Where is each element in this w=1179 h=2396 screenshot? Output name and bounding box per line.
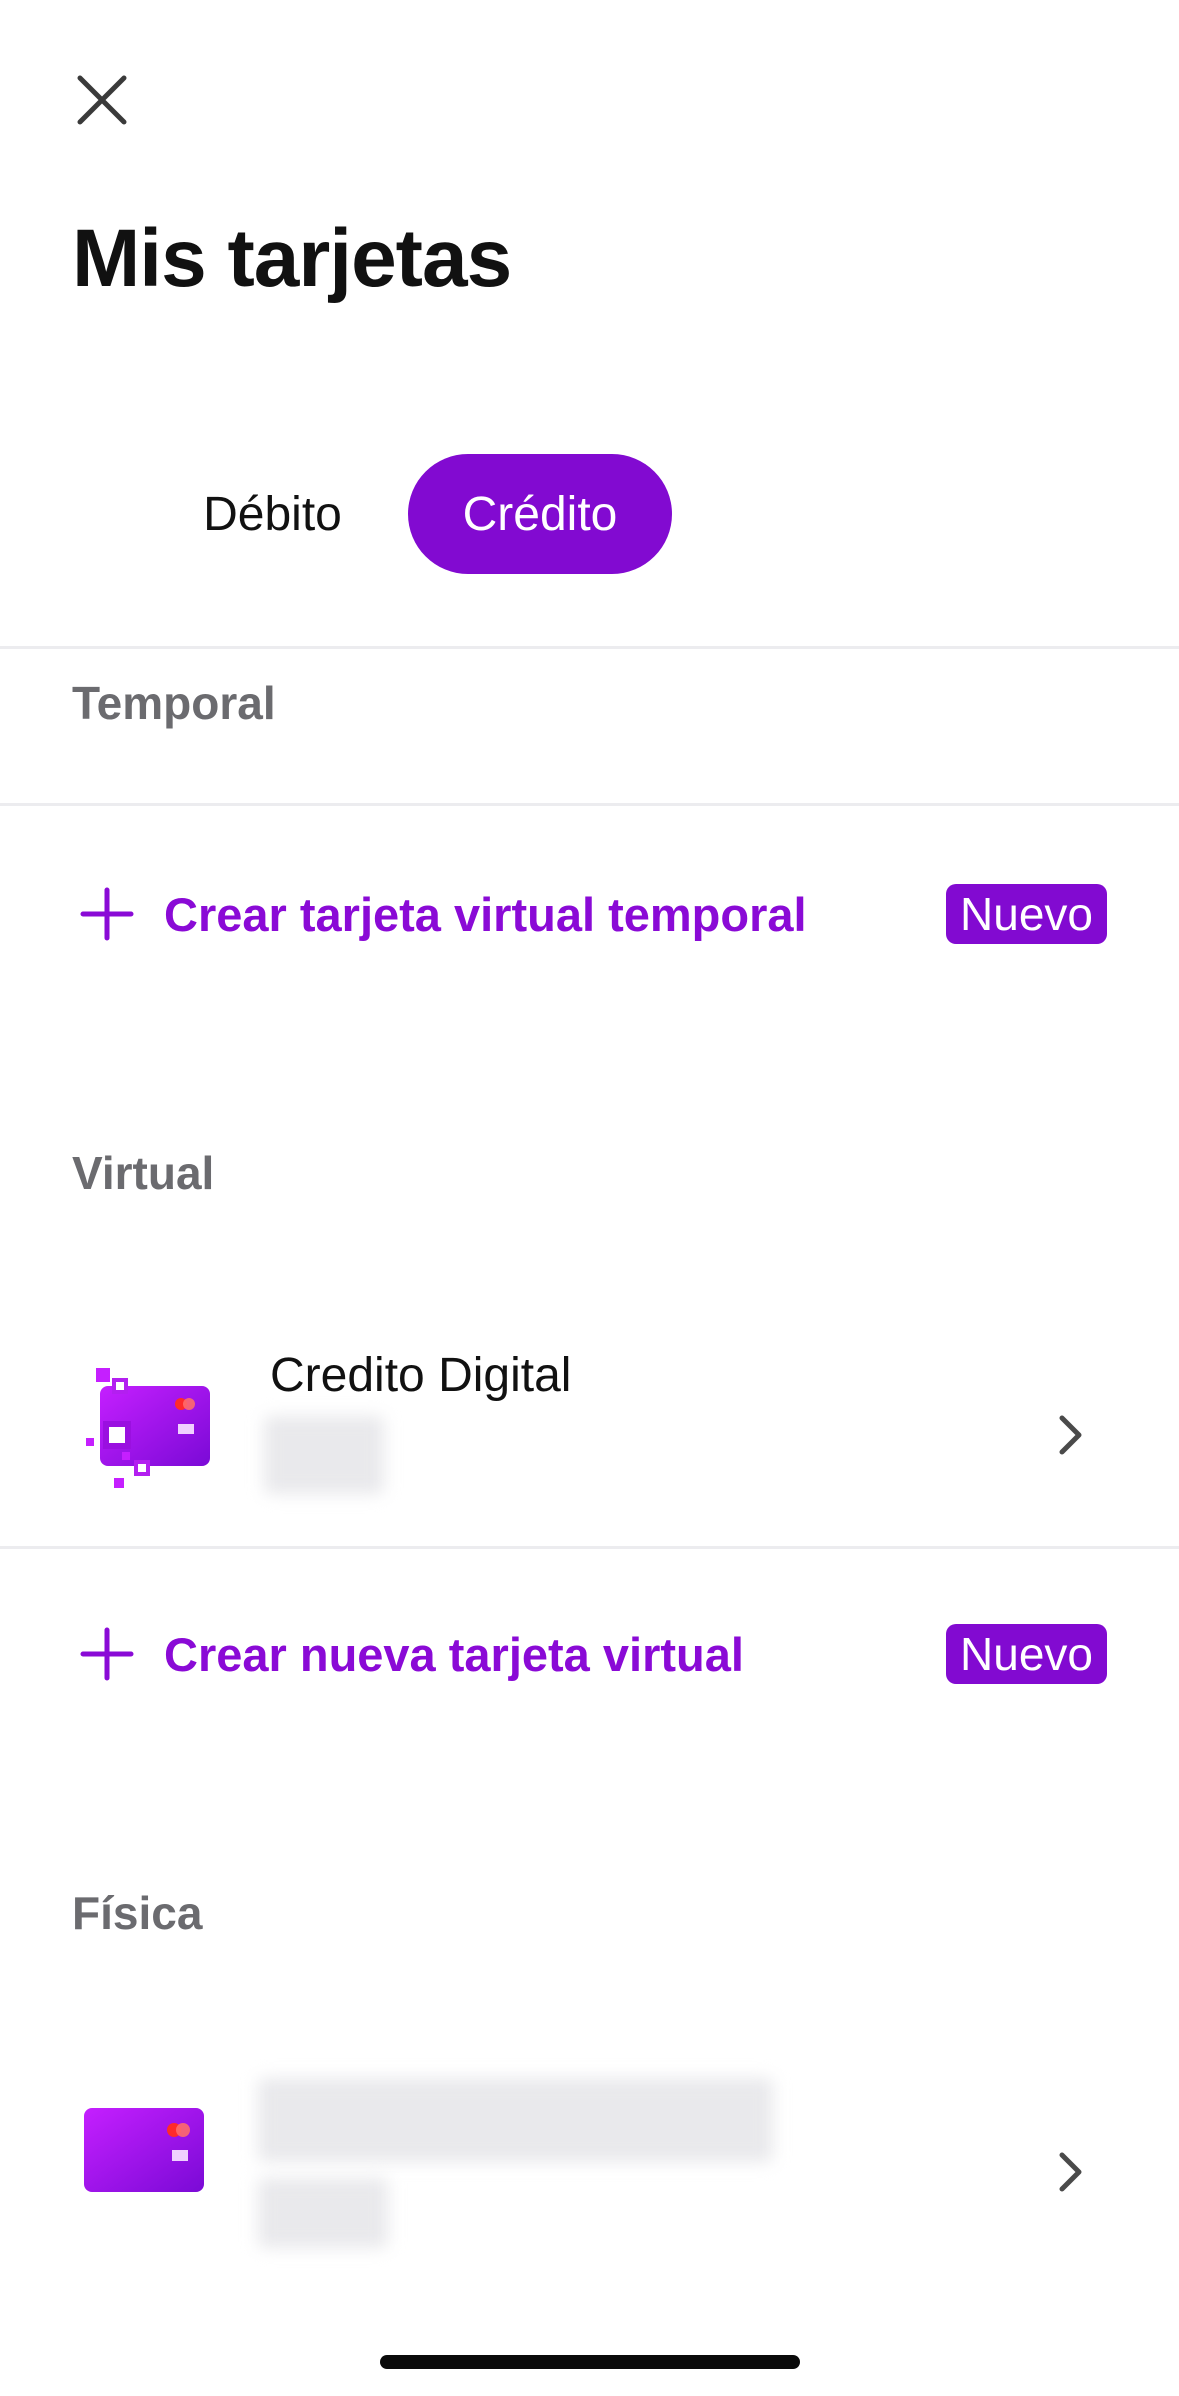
create-temporary-virtual-card-button[interactable]: Crear tarjeta virtual temporal Nuevo [72, 866, 1107, 962]
divider [0, 1546, 1179, 1549]
section-label-fisica: Física [72, 1887, 203, 1939]
physical-card-icon [84, 2108, 204, 2192]
close-button[interactable] [60, 58, 144, 142]
new-badge: Nuevo [946, 1624, 1107, 1684]
section-label-virtual: Virtual [72, 1147, 215, 1199]
chevron-right-icon [1059, 2152, 1082, 2192]
card-number-hidden [258, 2178, 388, 2248]
chevron-right-icon [1059, 1415, 1082, 1455]
card-number-hidden [264, 1416, 384, 1494]
page-title: Mis tarjetas [72, 213, 512, 304]
tab-credito[interactable]: Crédito [408, 454, 672, 574]
action-label: Crear nueva tarjeta virtual [164, 1627, 744, 1681]
card-type-tabs: Débito Crédito [160, 454, 672, 574]
divider [0, 803, 1179, 806]
home-indicator [380, 2355, 800, 2369]
divider [0, 646, 1179, 649]
card-name-hidden [258, 2078, 773, 2162]
new-badge: Nuevo [946, 884, 1107, 944]
action-label: Crear tarjeta virtual temporal [164, 887, 807, 941]
virtual-card-icon [86, 1368, 210, 1488]
close-icon [77, 75, 127, 125]
plus-icon [72, 879, 142, 949]
physical-card-item[interactable] [0, 2060, 1179, 2300]
section-label-temporal: Temporal [72, 677, 276, 729]
my-cards-screen: Mis tarjetas Débito Crédito Temporal Cre… [0, 0, 1179, 2396]
virtual-card-item[interactable]: Credito Digital [0, 1320, 1179, 1546]
create-virtual-card-button[interactable]: Crear nueva tarjeta virtual Nuevo [72, 1606, 1107, 1702]
tab-debito[interactable]: Débito [160, 454, 385, 574]
card-name: Credito Digital [270, 1349, 572, 1402]
plus-icon [72, 1619, 142, 1689]
